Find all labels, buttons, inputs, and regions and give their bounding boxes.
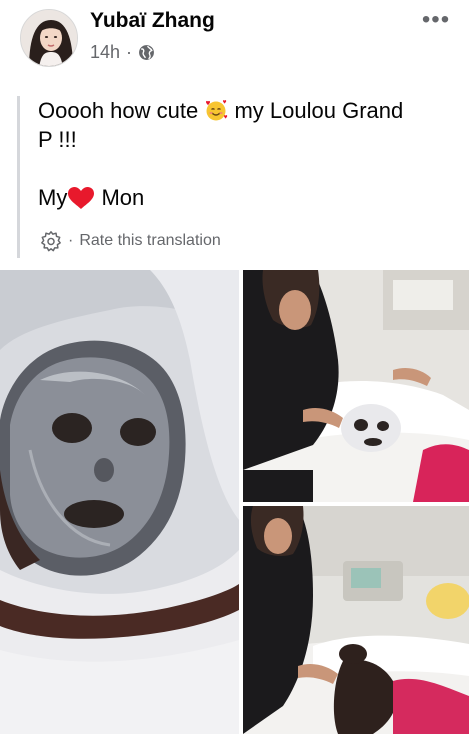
rate-translation-link[interactable]: Rate this translation <box>79 232 220 250</box>
post-text-line-1: Ooooh how cute my Loulou Grand <box>38 96 457 125</box>
post-text-line-3: My Mon <box>38 183 457 212</box>
more-options-button[interactable]: ••• <box>419 6 453 34</box>
author-avatar[interactable] <box>20 9 78 67</box>
translated-post-block: Ooooh how cute my Loulou Grand P !!! My <box>17 96 457 258</box>
post-text-line-1-start: Ooooh how cute <box>38 98 199 123</box>
photo-body-treatment[interactable] <box>243 506 469 734</box>
photo-face-mask[interactable] <box>0 270 239 734</box>
post-text: Ooooh how cute my Loulou Grand P !!! My <box>38 96 457 212</box>
post-text-spacer <box>38 154 457 183</box>
more-horizontal-icon: ••• <box>421 6 451 33</box>
globe-icon <box>138 44 155 61</box>
post-timestamp[interactable]: 14h <box>90 42 120 63</box>
translation-separator: · <box>68 232 74 249</box>
photo-mask-application[interactable] <box>243 270 469 502</box>
gear-icon[interactable] <box>40 230 62 252</box>
meta-separator: · <box>126 42 133 62</box>
translation-row: · Rate this translation <box>40 230 221 252</box>
post-text-line-1-end: my Loulou Grand <box>234 98 404 123</box>
post-header: Yubaï Zhang 14h · ••• <box>0 0 469 80</box>
post-meta: 14h · <box>90 42 155 63</box>
post-text-line-3-end: Mon <box>101 185 145 210</box>
post-text-line-2: P !!! <box>38 127 77 152</box>
author-name[interactable]: Yubaï Zhang <box>90 9 215 33</box>
red-heart-icon <box>67 186 95 210</box>
post-text-line-3-start: My <box>38 185 68 210</box>
smiling-face-with-hearts-icon <box>204 99 228 121</box>
